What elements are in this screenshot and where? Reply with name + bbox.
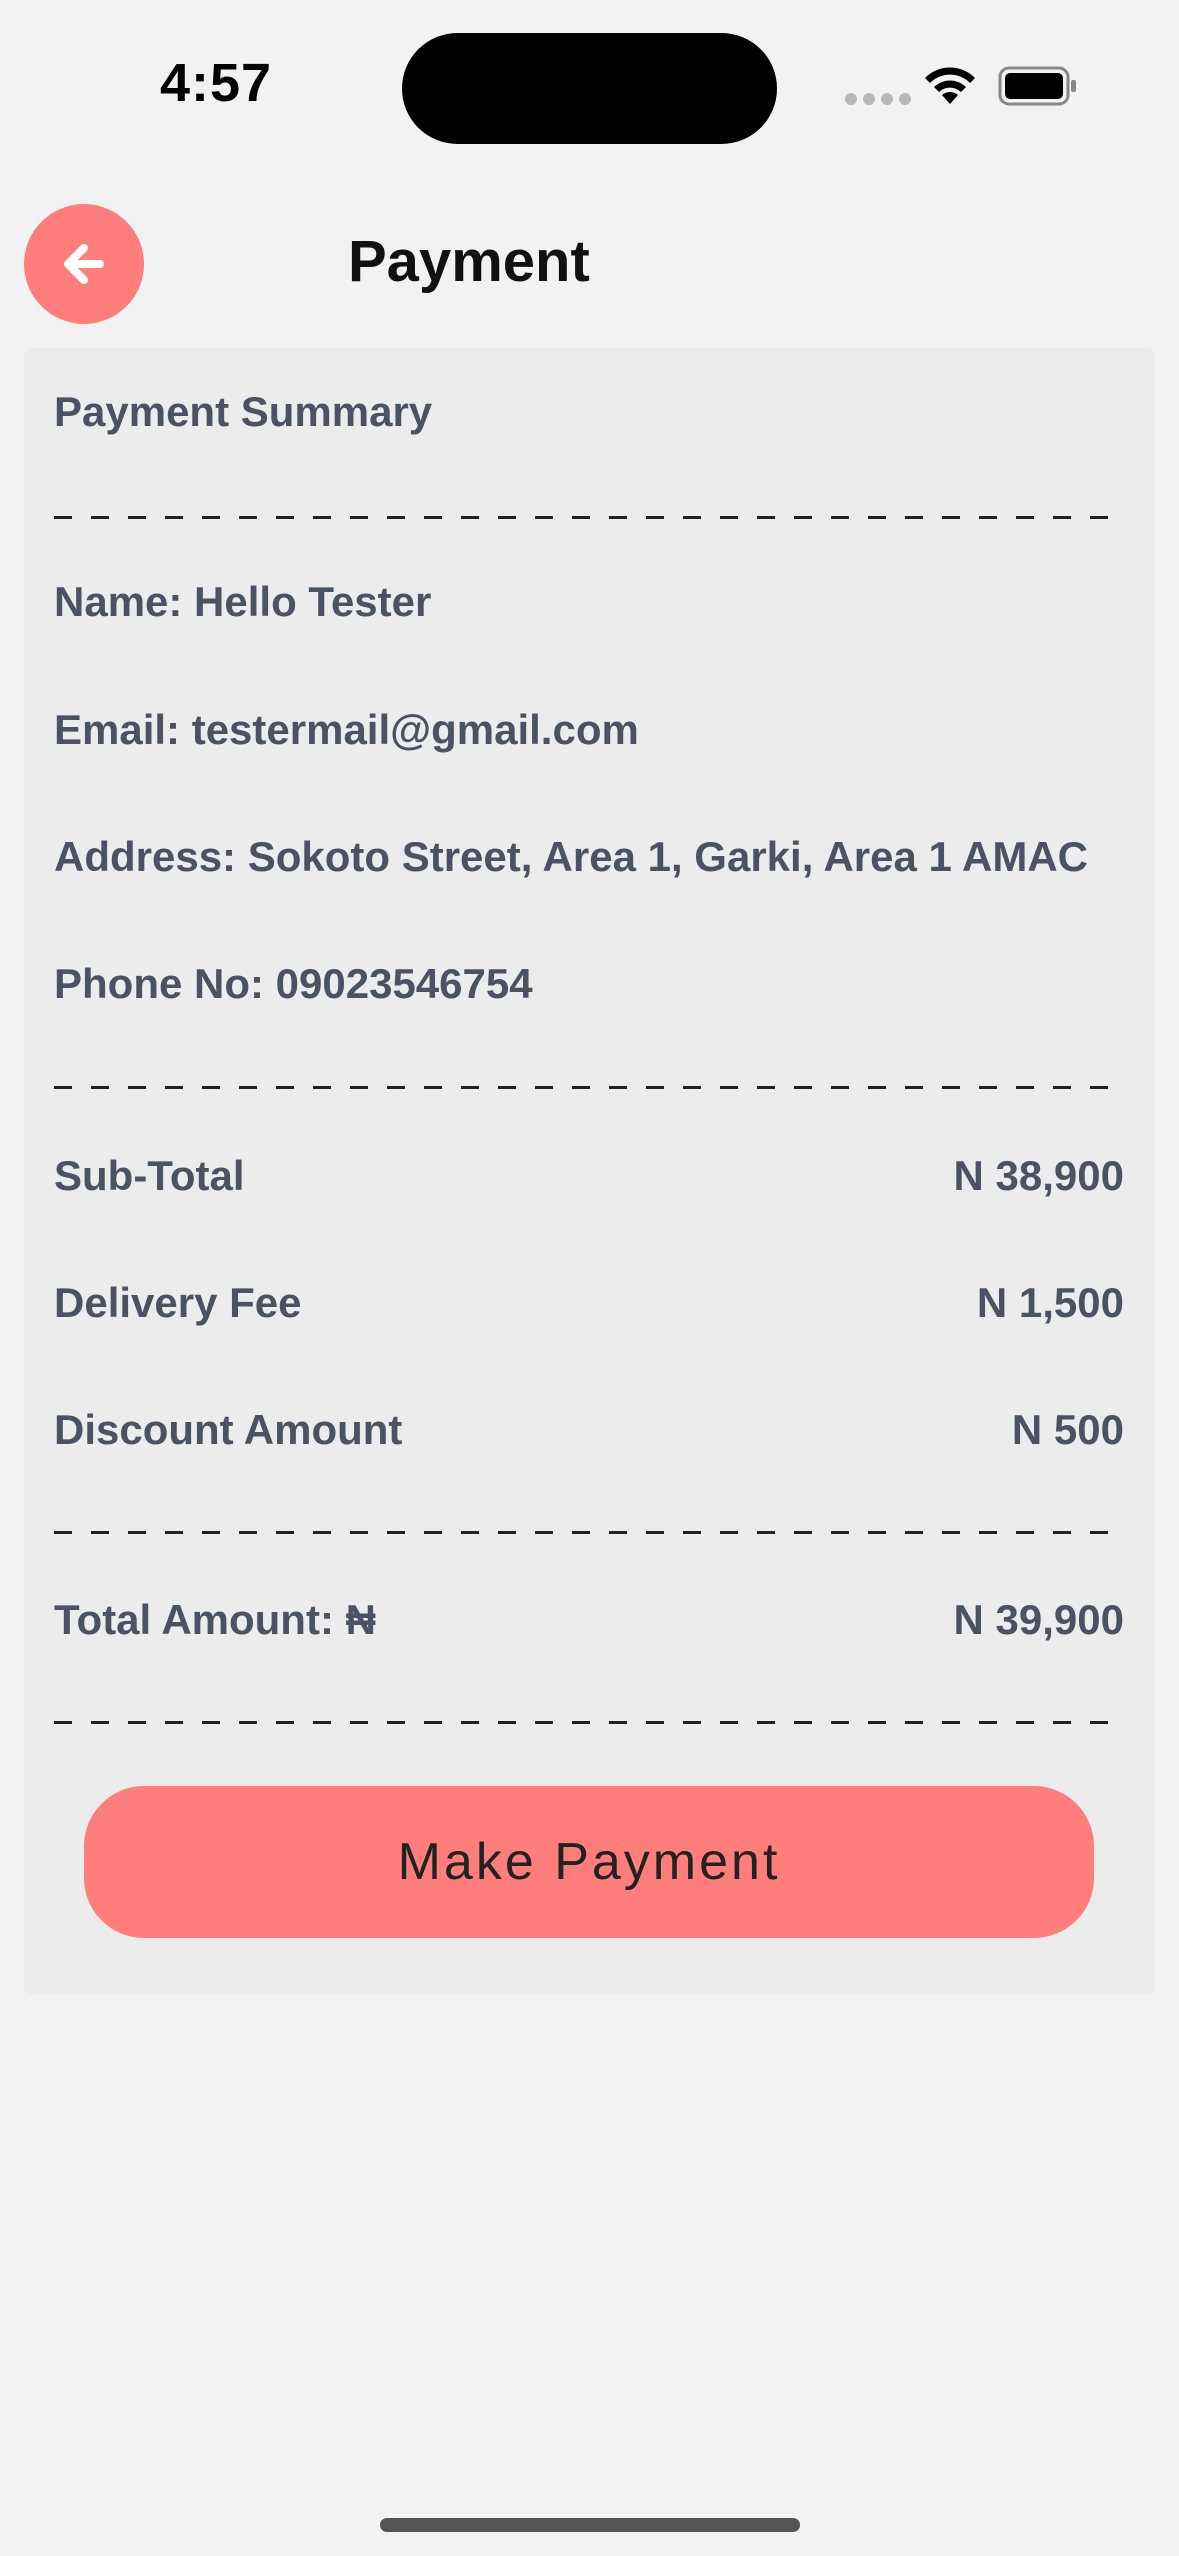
subtotal-row: Sub-Total N 38,900 xyxy=(54,1152,1124,1200)
subtotal-value: N 38,900 xyxy=(953,1152,1124,1199)
customer-phone: Phone No: 09023546754 xyxy=(54,960,533,1007)
summary-heading-row: Payment Summary xyxy=(54,388,1124,436)
wifi-icon xyxy=(925,67,975,104)
delivery-fee-label: Delivery Fee xyxy=(54,1279,302,1326)
cellular-signal-icon xyxy=(845,93,911,105)
discount-row: Discount Amount N 500 xyxy=(54,1406,1124,1454)
battery-icon xyxy=(998,66,1076,106)
delivery-fee-value: N 1,500 xyxy=(976,1279,1124,1326)
customer-phone-row: Phone No: 09023546754 xyxy=(54,960,1124,1008)
customer-email: Email: testermail@gmail.com xyxy=(54,706,639,753)
summary-heading: Payment Summary xyxy=(54,388,433,435)
dynamic-island xyxy=(402,33,777,144)
page-title: Payment xyxy=(348,229,590,294)
status-bar: 4:57 xyxy=(0,0,1179,170)
divider xyxy=(54,1721,1126,1724)
back-button[interactable] xyxy=(24,204,144,324)
customer-name-row: Name: Hello Tester xyxy=(54,578,1124,626)
divider xyxy=(54,1531,1126,1534)
customer-name: Name: Hello Tester xyxy=(54,578,432,625)
delivery-fee-row: Delivery Fee N 1,500 xyxy=(54,1279,1124,1327)
discount-label: Discount Amount xyxy=(54,1406,403,1453)
status-time: 4:57 xyxy=(160,53,273,113)
customer-address-row: Address: Sokoto Street, Area 1, Garki, A… xyxy=(54,833,1124,881)
subtotal-label: Sub-Total xyxy=(54,1152,245,1199)
divider xyxy=(54,516,1126,519)
customer-address: Address: Sokoto Street, Area 1, Garki, A… xyxy=(54,833,1088,880)
customer-email-row: Email: testermail@gmail.com xyxy=(54,706,1124,754)
total-row: Total Amount: ₦ N 39,900 xyxy=(54,1596,1124,1644)
make-payment-button[interactable]: Make Payment xyxy=(84,1786,1094,1938)
total-label: Total Amount: ₦ xyxy=(54,1596,376,1643)
discount-value: N 500 xyxy=(1011,1406,1124,1453)
total-value: N 39,900 xyxy=(953,1596,1124,1643)
home-indicator[interactable] xyxy=(380,2518,800,2532)
divider xyxy=(54,1086,1126,1089)
arrow-left-icon xyxy=(64,244,104,284)
